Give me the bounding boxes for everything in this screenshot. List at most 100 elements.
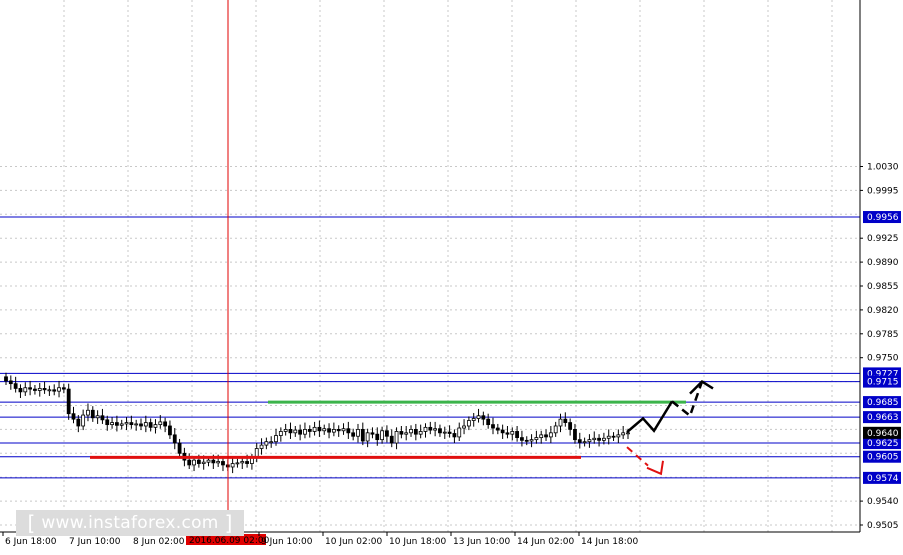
candle-body [76,418,81,427]
price-tick-label: 0.9785 [867,330,899,340]
candle [288,422,293,439]
candle-body [399,431,404,435]
candle-body [57,387,61,392]
candle-body [346,428,351,434]
candle-body [457,427,462,438]
candle [476,408,481,423]
watermark: [ www.instaforex.com ] [16,510,244,536]
candle [259,438,264,455]
candle-body [611,435,616,438]
candle [365,428,370,448]
candle-body [317,426,322,432]
candle [486,413,491,429]
candle [616,429,621,444]
candle [360,422,365,446]
candle-body [148,422,153,428]
candle-body [278,431,283,436]
candle-body [283,428,288,432]
candle-body [211,459,216,464]
price-tick-label: 0.9820 [867,306,899,316]
price-tick-label: 0.9855 [867,282,899,292]
candle-body [129,422,134,426]
candle-body [524,439,529,442]
candle [13,376,18,393]
candle [124,417,129,431]
candle-body [33,388,37,391]
candle-body [90,409,95,419]
candle-body [544,434,548,438]
candle-body [42,388,47,391]
candle [471,413,476,427]
candle [235,458,240,468]
candle [495,423,500,435]
candle [61,383,66,394]
candle [293,425,298,437]
candle-body [216,461,221,464]
candle [8,375,13,390]
price-tag-label: 0.9625 [867,439,899,449]
candle-body [568,422,573,430]
candle-body [486,418,491,426]
price-tag-0.9625: 0.9625 [863,437,901,450]
candle-body [606,435,611,439]
candle-body [360,428,365,442]
candle [399,425,404,439]
candle [119,419,124,430]
candle [269,436,274,448]
candle [33,385,37,395]
candle [230,456,235,474]
price-tag-0.9574: 0.9574 [863,471,901,484]
candle-body [433,428,438,431]
candle [428,421,433,435]
candle-body [114,422,119,426]
candle-body [143,422,148,427]
candle-body [466,420,471,427]
candle-body [307,428,312,432]
candle-body [573,428,577,441]
candle [597,434,601,447]
candle-body [303,428,307,435]
candle [153,419,158,434]
candle-body [423,426,428,432]
candle-body [597,437,601,441]
candle-body [394,431,399,444]
candle [346,421,351,439]
candle-body [370,432,375,435]
candle-body [259,444,264,449]
candle [442,426,447,439]
candle [491,417,495,435]
candle-body [187,459,192,466]
candle-body [515,431,520,438]
candle [515,425,520,442]
candle-body [601,437,606,441]
price-tag-label: 0.9663 [867,413,899,423]
candle-body [462,425,466,429]
candle-body [404,432,409,435]
candle-body [168,425,172,436]
candle [18,384,23,398]
candle-body [553,425,558,434]
candle [452,429,457,444]
forecast-down-arrowhead [646,460,664,476]
price-tag-0.9685: 0.9685 [863,396,901,409]
candle-body [293,429,298,434]
candle-body [563,418,568,423]
candle [587,434,592,448]
candle-body [250,457,254,464]
candle-body [476,415,481,419]
price-tick-label: 0.9890 [867,258,899,268]
candle [129,415,134,429]
candle [95,410,100,424]
candle-body [18,388,23,393]
watermark-bracket-right: ] [224,511,233,535]
candle [404,425,409,441]
candle-body [592,437,597,441]
candle [81,409,86,431]
candle [86,403,90,422]
candle [90,406,95,422]
candle-body [534,437,539,441]
price-chart[interactable]: 2016.06.09 02:00 1.0030 0.9995 0.9925 0.989… [0,0,903,555]
candle-body [52,389,57,392]
price-tag-0.9663: 0.9663 [863,411,901,424]
candle-body [539,434,544,438]
